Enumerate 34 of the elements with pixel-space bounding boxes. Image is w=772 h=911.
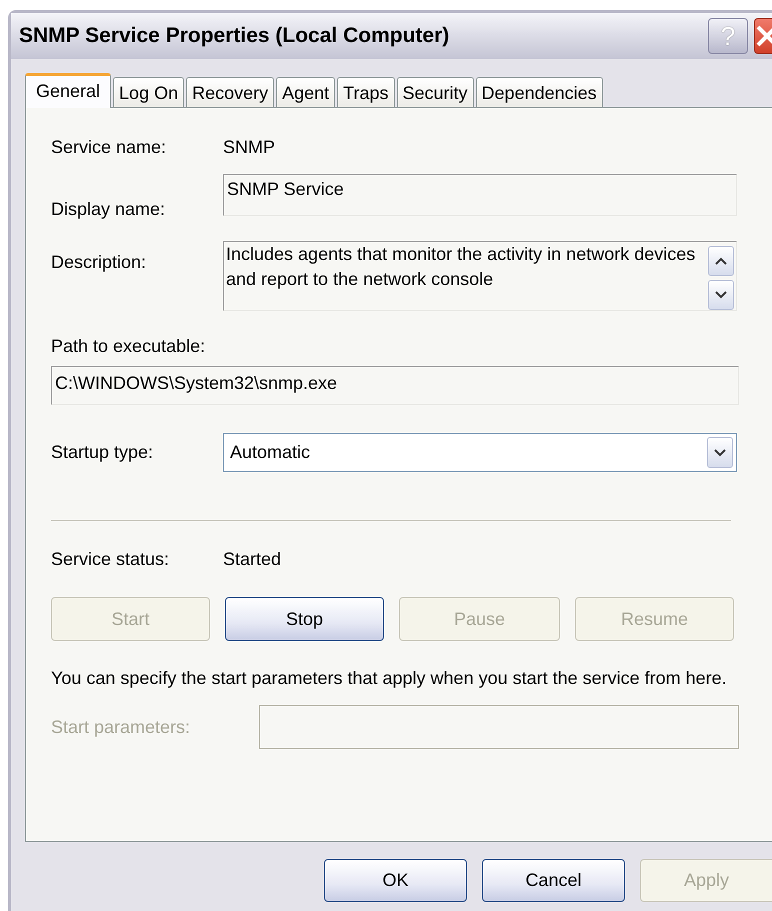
path-field[interactable]: C:\WINDOWS\System32\snmp.exe bbox=[51, 366, 739, 405]
dialog-button[interactable]: OK bbox=[324, 859, 467, 902]
description-field[interactable]: Includes agents that monitor the activity in network devices and report to the network console bbox=[223, 241, 737, 311]
tab[interactable]: Traps bbox=[337, 77, 395, 107]
field-label: Start parameters: bbox=[51, 716, 192, 739]
tab[interactable]: Recovery bbox=[186, 77, 274, 107]
scroll-down-button[interactable] bbox=[708, 280, 734, 310]
close-button[interactable] bbox=[754, 18, 772, 54]
caret-up-icon bbox=[715, 257, 727, 265]
tab[interactable]: Security bbox=[396, 77, 474, 107]
field-value: Started bbox=[223, 548, 282, 571]
field-label: Display name: bbox=[51, 198, 166, 221]
scroll-up-button[interactable] bbox=[708, 246, 734, 276]
caret-down-icon bbox=[714, 448, 726, 456]
caret-down-icon bbox=[715, 291, 727, 299]
dialog-button[interactable]: Cancel bbox=[482, 859, 625, 902]
startup-type-dropdown[interactable]: Automatic bbox=[223, 433, 737, 472]
tab[interactable]: General bbox=[25, 73, 112, 108]
dropdown-value: Automatic bbox=[230, 441, 312, 464]
close-icon bbox=[756, 25, 772, 47]
window-title: SNMP Service Properties (Local Computer) bbox=[19, 23, 450, 50]
service-button[interactable]: Stop bbox=[225, 597, 384, 641]
tab[interactable]: Log On bbox=[113, 77, 184, 107]
hint-text: You can specify the start parameters that apply when you start the service from here. bbox=[51, 667, 728, 690]
field-label: Service name: bbox=[51, 136, 168, 159]
field-label: Path to executable: bbox=[51, 335, 206, 358]
display-name-field[interactable]: SNMP Service bbox=[223, 174, 737, 216]
field-value: SNMP bbox=[223, 136, 276, 159]
field-label: Service status: bbox=[51, 548, 170, 571]
field-label: Startup type: bbox=[51, 441, 154, 464]
tab[interactable]: Dependencies bbox=[476, 77, 603, 107]
field-label: Description: bbox=[51, 251, 148, 274]
tab[interactable]: Agent bbox=[276, 77, 336, 107]
description-text: Includes agents that monitor the activity in network devices and report to the network console bbox=[226, 243, 696, 291]
